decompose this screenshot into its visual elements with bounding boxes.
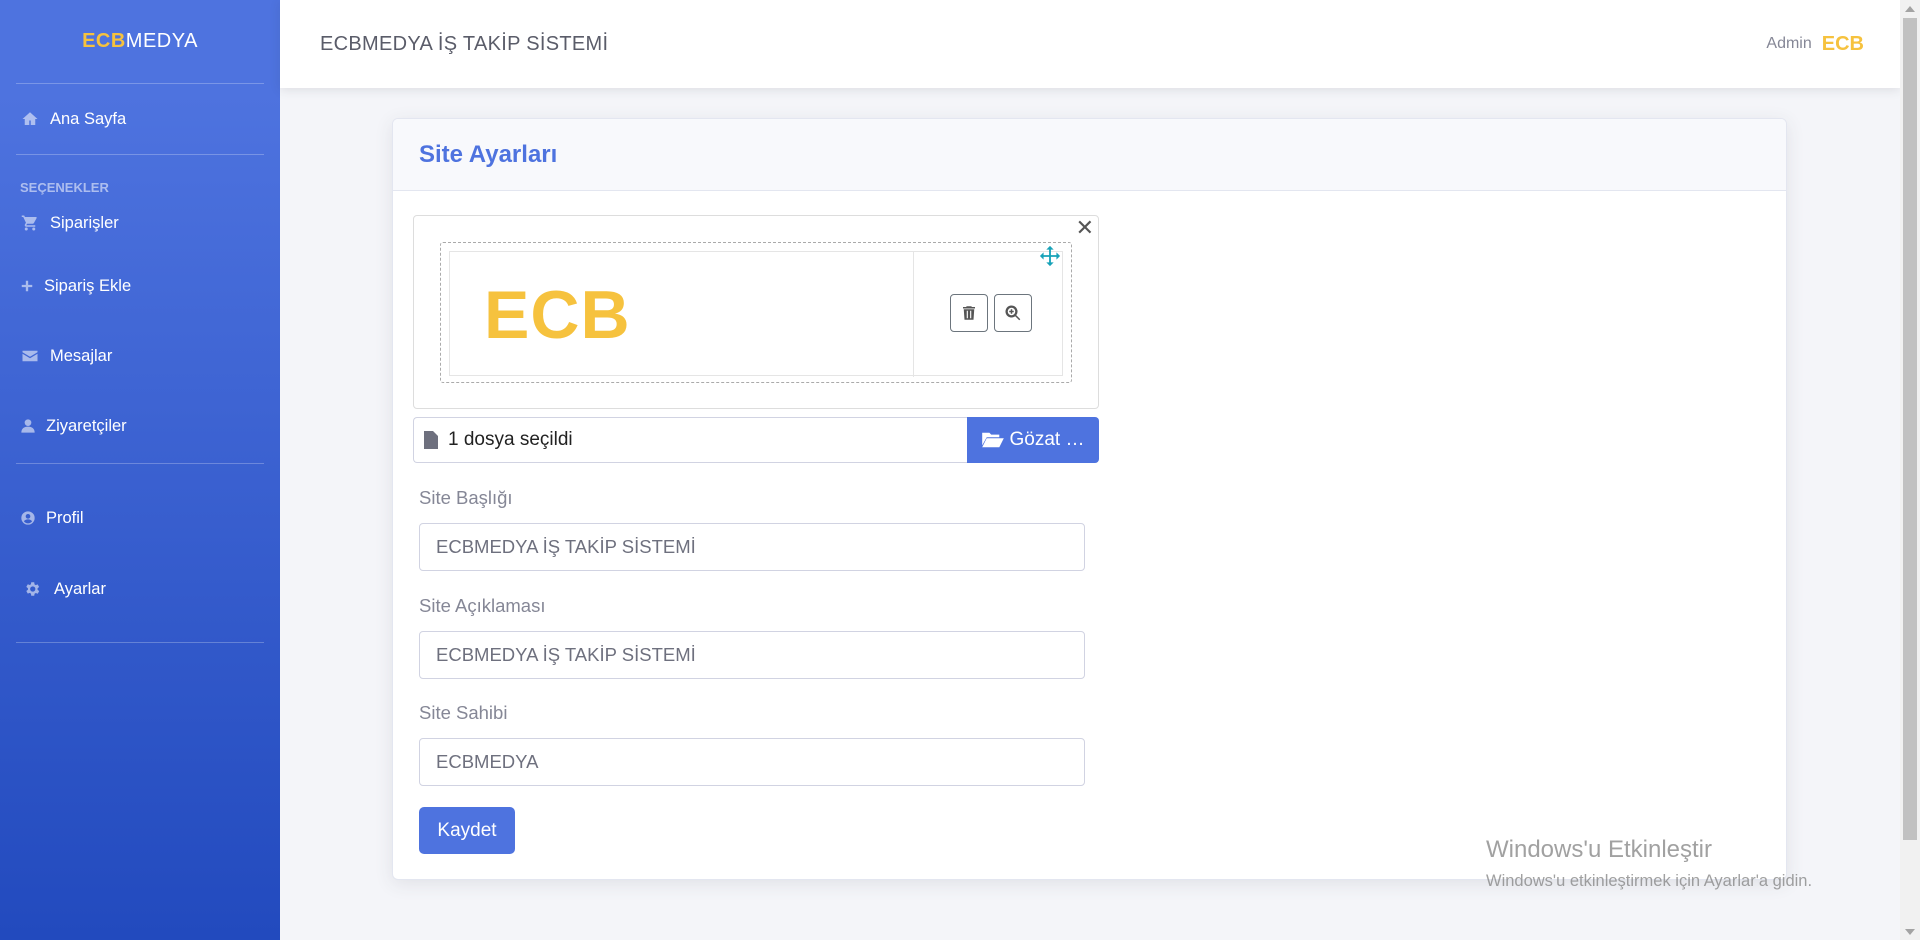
sidebar-item-orders[interactable]: Siparişler — [0, 195, 280, 251]
sidebar-item-visitors[interactable]: Ziyaretçiler — [0, 391, 280, 461]
folder-open-icon — [981, 432, 1004, 448]
sidebar-brand[interactable]: ECB MEDYA — [0, 0, 280, 83]
preview-logo: ECB — [484, 276, 631, 353]
sidebar-item-profile[interactable]: Profil — [0, 464, 280, 572]
sidebar-item-settings[interactable]: Ayarlar — [0, 572, 280, 606]
plus-icon — [20, 276, 34, 296]
site-description-label: Site Açıklaması — [419, 595, 546, 616]
sidebar-item-add-order[interactable]: Sipariş Ekle — [0, 251, 280, 321]
envelope-icon — [20, 346, 40, 366]
sidebar-item-label: Siparişler — [50, 213, 119, 232]
sidebar-item-label: Sipariş Ekle — [44, 276, 132, 295]
file-icon — [424, 431, 438, 449]
form-group-site-title: Site Başlığı ECBMEDYA İŞ TAKİP SİSTEMİ — [419, 487, 1085, 571]
sidebar: ECB MEDYA Ana Sayfa SEÇENEKLER Siparişler… — [0, 0, 280, 940]
card-title: Site Ayarları — [419, 140, 558, 168]
sidebar-item-label: Ziyaretçiler — [46, 416, 127, 435]
file-caption-text: 1 dosya seçildi — [448, 429, 573, 450]
sidebar-item-label: Ana Sayfa — [50, 109, 127, 128]
user-name: Admin — [1766, 35, 1812, 52]
preview-frame: ECB — [440, 242, 1072, 383]
card-header: Site Ayarları — [393, 119, 1786, 191]
page-title: ECBMEDYA İŞ TAKİP SİSTEMİ — [320, 32, 609, 55]
gear-icon — [22, 579, 42, 599]
site-title-input[interactable]: ECBMEDYA İŞ TAKİP SİSTEMİ — [419, 523, 1085, 571]
topbar: ECBMEDYA İŞ TAKİP SİSTEMİ Admin ECB — [280, 0, 1900, 88]
sidebar-item-label: Profil — [46, 508, 84, 527]
file-preview: ✕ ECB — [413, 215, 1099, 409]
move-icon[interactable] — [1039, 245, 1061, 267]
sidebar-item-label: Mesajlar — [50, 346, 113, 365]
home-icon — [20, 109, 40, 129]
preview-actions — [950, 294, 1032, 332]
brand-highlight: ECB — [82, 30, 126, 52]
site-description-input[interactable]: ECBMEDYA İŞ TAKİP SİSTEMİ — [419, 631, 1085, 679]
watermark-title: Windows'u Etkinleştir — [1486, 836, 1712, 863]
scrollbar-thumb[interactable] — [1903, 18, 1917, 840]
user-menu[interactable]: Admin ECB — [1766, 33, 1864, 56]
scroll-down-arrow[interactable] — [1900, 923, 1920, 940]
site-owner-label: Site Sahibi — [419, 702, 508, 723]
form-group-site-owner: Site Sahibi ECBMEDYA — [419, 702, 1085, 786]
form-group-site-description: Site Açıklaması ECBMEDYA İŞ TAKİP SİSTEM… — [419, 595, 1085, 679]
watermark-subtitle: Windows'u etkinleştirmek için Ayarlar'a … — [1486, 872, 1813, 890]
settings-card: Site Ayarları ✕ ECB 1 dosya seçildi Göza… — [392, 118, 1787, 880]
close-icon[interactable]: ✕ — [1076, 216, 1094, 240]
user-icon — [20, 416, 36, 436]
page-scrollbar[interactable] — [1900, 0, 1920, 940]
user-avatar-logo: ECB — [1821, 32, 1864, 55]
zoom-preview-button[interactable] — [994, 294, 1032, 332]
sidebar-divider — [16, 642, 264, 643]
browse-label: Gözat … — [1009, 429, 1085, 450]
trash-icon — [963, 306, 975, 320]
sidebar-heading: SEÇENEKLER — [20, 180, 109, 195]
save-button[interactable]: Kaydet — [419, 807, 515, 854]
sidebar-item-messages[interactable]: Mesajlar — [0, 321, 280, 391]
file-input-group: 1 dosya seçildi Gözat … — [413, 417, 1099, 463]
browse-button[interactable]: Gözat … — [967, 417, 1099, 463]
remove-file-button[interactable] — [950, 294, 988, 332]
shopping-cart-icon — [20, 213, 40, 233]
sidebar-item-label: Ayarlar — [54, 579, 106, 598]
user-circle-icon — [20, 508, 36, 528]
file-caption[interactable]: 1 dosya seçildi — [413, 417, 967, 463]
preview-image: ECB — [450, 252, 914, 377]
windows-activation-watermark: Windows'u Etkinleştir Windows'u etkinleş… — [1486, 836, 1812, 891]
preview-thumbnail: ECB — [449, 251, 1063, 377]
zoom-in-icon — [1005, 305, 1021, 321]
site-owner-input[interactable]: ECBMEDYA — [419, 738, 1085, 786]
brand-rest: MEDYA — [125, 30, 198, 52]
sidebar-item-home[interactable]: Ana Sayfa — [0, 84, 280, 154]
scroll-up-arrow[interactable] — [1900, 0, 1920, 17]
site-title-label: Site Başlığı — [419, 487, 513, 508]
